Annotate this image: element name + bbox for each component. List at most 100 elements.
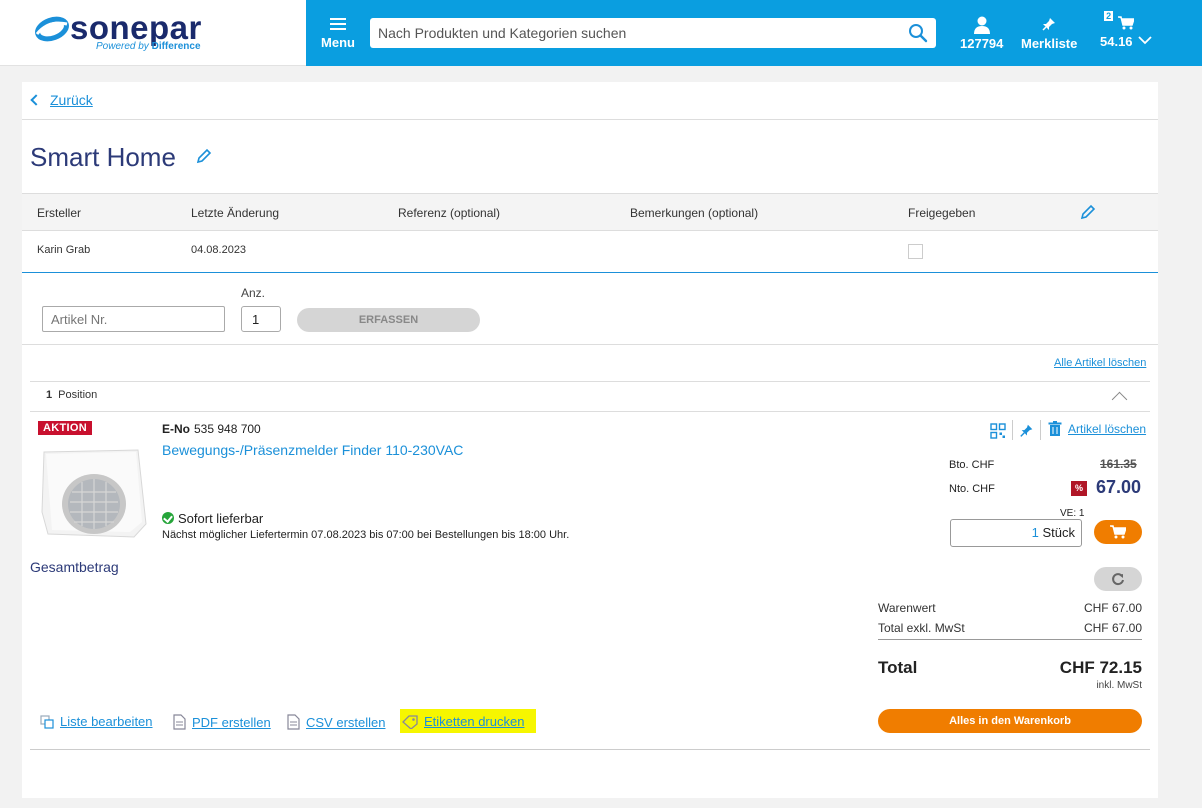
divider [1040, 420, 1041, 440]
account-button[interactable]: 127794 [960, 16, 1003, 51]
divider [30, 381, 1150, 382]
pin-icon[interactable] [1019, 423, 1035, 439]
promo-badge: AKTION [38, 421, 92, 435]
back-label: Zurück [50, 92, 93, 108]
wishlist-card: Zurück Smart Home Ersteller Letzte Änder… [22, 82, 1158, 798]
released-checkbox[interactable] [908, 244, 923, 259]
product-image[interactable] [38, 442, 148, 542]
check-circle-icon [162, 512, 174, 524]
gross-price-label: Bto. CHF [949, 459, 995, 471]
divider [30, 749, 1150, 750]
item-quantity-value: 1 [1031, 525, 1039, 540]
hamburger-icon [330, 18, 346, 30]
delete-article-label: Artikel löschen [1068, 422, 1147, 436]
trash-icon [1048, 421, 1062, 436]
net-price-label: Nto. CHF [949, 483, 995, 495]
discount-badge: % [1071, 481, 1087, 496]
logo-tagline: Powered by Difference [96, 41, 201, 52]
delivery-note: Nächst möglicher Liefertermin 07.08.2023… [162, 529, 570, 541]
position-count: 1 Position [46, 389, 97, 401]
csv-file-icon [287, 714, 300, 730]
divider [878, 639, 1142, 640]
user-icon [973, 16, 990, 34]
total-label: Total [878, 658, 918, 677]
create-csv-link[interactable]: CSV erstellen [286, 714, 385, 730]
divider [22, 344, 1158, 345]
position-number: 1 [46, 389, 53, 401]
cart-button[interactable]: 2 54.16 [1100, 11, 1152, 49]
edit-title-pencil-icon[interactable] [196, 148, 212, 164]
delete-all-link[interactable]: Alle Artikel löschen [1054, 357, 1146, 369]
search-input[interactable] [378, 18, 898, 48]
refresh-button[interactable] [1094, 567, 1142, 591]
goods-value-label: Warenwert [878, 601, 936, 615]
delete-article-button[interactable]: Artikel löschen [1048, 421, 1147, 436]
search-box [370, 18, 936, 48]
total-excl-label: Total exkl. MwSt [878, 621, 965, 635]
logo-tagline-brand: Difference [151, 41, 201, 52]
gross-price: 161.35 [1100, 457, 1137, 471]
add-all-to-cart-button[interactable]: Alles in den Warenkorb [878, 709, 1142, 733]
total-excl-value: CHF 67.00 [1083, 621, 1142, 635]
print-labels-label: Etiketten drucken [424, 714, 525, 729]
create-pdf-label: PDF erstellen [192, 715, 271, 730]
edit-list-link[interactable]: Liste bearbeiten [40, 714, 153, 729]
wishlist-button[interactable]: Merkliste [1021, 16, 1077, 51]
eno-number: E-No 535 948 700 [162, 422, 261, 436]
print-labels-link[interactable]: Etiketten drucken [402, 714, 524, 729]
pdf-file-icon [173, 714, 186, 730]
edit-list-label: Liste bearbeiten [60, 714, 153, 729]
search-icon[interactable] [908, 23, 928, 43]
quantity-label: Anz. [241, 286, 266, 300]
create-pdf-link[interactable]: PDF erstellen [172, 714, 271, 730]
add-to-cart-button[interactable] [1094, 520, 1142, 544]
tag-icon [402, 715, 418, 729]
qr-code-icon[interactable] [990, 423, 1006, 439]
availability-status: Sofort lieferbar [162, 511, 263, 526]
back-link[interactable]: Zurück [30, 92, 93, 108]
cart-icon [1118, 16, 1135, 30]
erfassen-button[interactable]: ERFASSEN [297, 308, 480, 332]
packaging-unit: VE: 1 [1060, 508, 1085, 519]
total-heading: Gesamtbetrag [30, 559, 119, 575]
page-title: Smart Home [30, 142, 176, 172]
eno-value: 535 948 700 [194, 422, 261, 436]
last-change-value: 04.08.2023 [191, 244, 247, 256]
header-last-change: Letzte Änderung [191, 206, 280, 220]
wishlist-label: Merkliste [1021, 36, 1078, 51]
info-table-header: Ersteller Letzte Änderung Referenz (opti… [22, 193, 1158, 231]
header-released: Freigegeben [908, 206, 976, 220]
position-label: Position [58, 389, 98, 401]
refresh-icon [1112, 573, 1124, 586]
collapse-chevron-icon[interactable] [1111, 391, 1128, 408]
cart-total: 54.16 [1100, 34, 1133, 49]
creator-value: Karin Grab [37, 244, 91, 256]
menu-label: Menu [321, 35, 355, 50]
logo-area[interactable]: sonepar Powered by Difference [0, 0, 306, 66]
chevron-left-icon [30, 94, 42, 106]
availability-text: Sofort lieferbar [178, 511, 264, 526]
cart-count-badge: 2 [1104, 11, 1114, 21]
sonepar-logo-icon [35, 16, 69, 42]
item-quantity-field[interactable]: 1 Stück [950, 519, 1082, 547]
divider [22, 119, 1158, 120]
account-number: 127794 [960, 36, 1004, 51]
edit-info-pencil-icon[interactable] [1080, 204, 1096, 220]
create-csv-label: CSV erstellen [306, 715, 386, 730]
pin-icon [1042, 18, 1056, 31]
item-quantity-unit: Stück [1042, 525, 1075, 540]
article-number-input[interactable] [42, 306, 225, 332]
quantity-input[interactable] [241, 306, 281, 332]
incl-vat-note: inkl. MwSt [1096, 680, 1142, 691]
divider [22, 272, 1158, 273]
chevron-down-icon [1138, 36, 1152, 45]
net-price: 67.00 [1096, 477, 1142, 497]
total-value: CHF 72.15 [1059, 658, 1142, 677]
logo-tagline-prefix: Powered by [96, 41, 149, 52]
menu-button[interactable]: Menu [320, 14, 356, 54]
header-bar: Menu 127794 Merkliste 2 [306, 0, 1202, 66]
header-creator: Ersteller [37, 206, 82, 220]
product-name-link[interactable]: Bewegungs-/Präsenzmelder Finder 110-230V… [162, 442, 463, 458]
header-reference: Referenz (optional) [398, 206, 501, 220]
site-header: sonepar Powered by Difference Menu 12779… [0, 0, 1202, 66]
